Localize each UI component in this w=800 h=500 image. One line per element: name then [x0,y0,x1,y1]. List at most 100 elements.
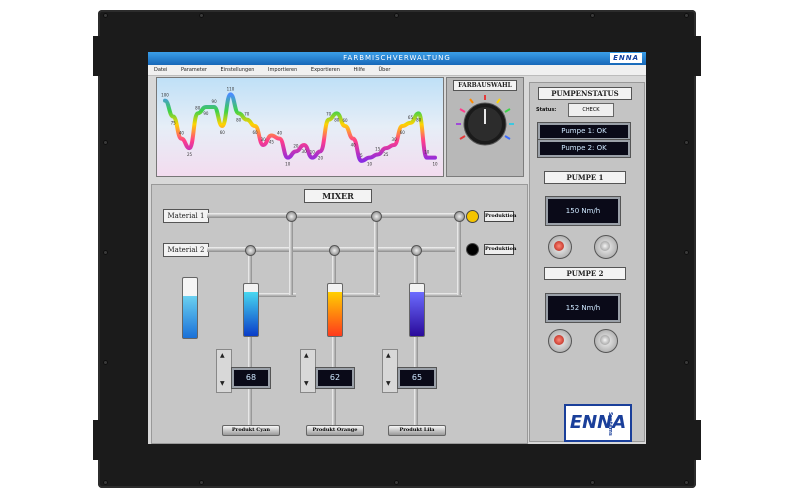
production-lamp-1 [466,210,479,223]
color-selector-panel: FARBAUSWAHL [446,77,524,177]
screw [684,250,689,255]
data-label: 25 [383,152,389,157]
pump-2-status: Pumpe 2: OK [538,140,630,157]
mixer-panel: MIXER Material 1 Material 2 Produktion P… [151,184,528,444]
data-label: 15 [375,147,381,152]
valve[interactable] [245,245,256,256]
stepper-down-icon[interactable]: ▼ [386,380,391,387]
feed-pipe [457,215,461,295]
pump-1-status: Pumpe 1: OK [538,123,630,140]
data-label: 30 [302,149,308,154]
series-line [163,92,437,163]
menu-parameter[interactable]: Parameter [175,65,213,75]
screw [103,360,108,365]
pump-1-stop-icon[interactable] [594,235,618,259]
pump-1-power-icon[interactable] [548,235,572,259]
pump-status-title: PUMPENSTATUS [538,87,632,100]
data-label: 25 [187,152,193,157]
pump-2-stop-icon[interactable] [594,329,618,353]
mixer-2-value: 62 [316,368,354,388]
data-label: 10 [310,150,316,155]
data-label: 60 [220,130,226,135]
screw [684,360,689,365]
menu-ueber[interactable]: Über [373,65,397,75]
data-label: 70 [326,112,332,117]
menu-einstellungen[interactable]: Einstellungen [215,65,261,75]
mixer-1-stepper[interactable]: ▲ ▼ [216,349,232,393]
menu-hilfe[interactable]: Hilfe [348,65,371,75]
pump-2-title: PUMPE 2 [544,267,626,280]
mixer-2-stepper[interactable]: ▲ ▼ [300,349,316,393]
screw [103,480,108,485]
data-label: 40 [179,131,185,136]
data-label: 10 [285,162,291,167]
menu-datei[interactable]: Datei [148,65,173,75]
data-label: 60 [252,130,258,135]
data-label: 80 [334,117,340,122]
valve[interactable] [286,211,297,222]
production-lamp-2 [466,243,479,256]
material-2-label: Material 2 [163,243,209,257]
valve[interactable] [371,211,382,222]
color-knob[interactable] [447,90,523,176]
stepper-down-icon[interactable]: ▼ [304,380,309,387]
outlet-orange: Produkt Orange [306,425,364,436]
title-logo: ENNA [610,53,642,63]
mounting-tab [693,36,701,76]
screw [590,480,595,485]
screw [590,13,595,18]
stepper-up-icon[interactable]: ▲ [304,352,309,359]
data-label: 80 [195,105,201,110]
menu-exportieren[interactable]: Exportieren [305,65,346,75]
data-label: 90 [203,111,209,116]
brand-logo: ENNA Systems [564,404,632,442]
data-label: 60 [400,130,406,135]
data-label: 40 [277,131,283,136]
pump-2-power-icon[interactable] [548,329,572,353]
data-label: 100 [161,93,169,98]
stepper-down-icon[interactable]: ▼ [220,380,225,387]
window-title: FARBMISCHVERWALTUNG [343,54,451,62]
screw [103,250,108,255]
mixer-title: MIXER [304,189,372,203]
production-label-1: Produktion [484,211,517,222]
data-label: 45 [269,140,275,145]
mounting-tab [693,420,701,460]
menu-importieren[interactable]: Importieren [262,65,303,75]
data-label: 30 [392,137,398,142]
data-label: 90 [212,99,218,104]
title-bar: FARBMISCHVERWALTUNG ENNA [148,52,646,65]
color-chart: 100 75 40 25 80 90 90 60 110 80 70 60 30 45 40 10 20 30 10… [156,77,444,177]
stepper-up-icon[interactable]: ▲ [220,352,225,359]
data-label: 10 [367,162,373,167]
mounting-tab [93,36,101,76]
valve[interactable] [454,211,465,222]
data-label: 80 [416,117,422,122]
stepper-up-icon[interactable]: ▲ [386,352,391,359]
screw [684,13,689,18]
valve[interactable] [329,245,340,256]
data-label: 30 [261,137,267,142]
outlet-lila: Produkt Lila [388,425,446,436]
pump-1-value: 150 Nm/h [546,197,620,225]
data-label: 40 [351,143,357,148]
data-label: 65 [408,115,414,120]
mounting-tab [93,420,101,460]
feed-pipe [374,215,378,295]
material-1-label: Material 1 [163,209,209,223]
data-label: 20 [318,155,324,160]
mixer-3-value: 65 [398,368,436,388]
material-1-pipe [207,213,455,218]
brand-logo-sub: Systems [607,412,613,436]
data-label: 60 [342,118,348,123]
data-label: 10 [432,162,438,167]
data-label: 80 [236,117,242,122]
valve[interactable] [411,245,422,256]
screw [199,480,204,485]
mixer-tank-cyan [243,283,259,337]
screw [684,140,689,145]
chart-plot: 1007540258090906011080706030 4540102030 10… [161,86,438,167]
check-button[interactable]: CHECK [568,103,614,117]
mixer-3-stepper[interactable]: ▲ ▼ [382,349,398,393]
screw [684,480,689,485]
